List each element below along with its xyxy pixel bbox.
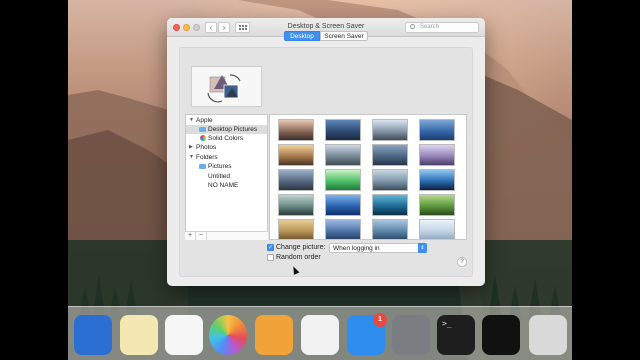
- sidebar-item-solid-colors[interactable]: Solid Colors: [186, 134, 267, 143]
- photos-icon[interactable]: [209, 315, 247, 355]
- sidebar-item-label: Pictures: [208, 163, 232, 170]
- add-folder-button[interactable]: +: [185, 232, 196, 240]
- wallpaper-thumbnail[interactable]: [419, 219, 455, 239]
- folder-icon: [199, 127, 206, 132]
- wallpaper-thumbnail[interactable]: [278, 119, 314, 141]
- sidebar-item-folders[interactable]: ▼ Folders: [186, 153, 267, 162]
- wallpaper-thumbnail[interactable]: [278, 144, 314, 166]
- random-order-checkbox[interactable]: [267, 254, 274, 261]
- reminders-icon[interactable]: [165, 315, 203, 355]
- wallpaper-thumbnail[interactable]: [325, 119, 361, 141]
- wallpaper-thumbnail[interactable]: [325, 194, 361, 216]
- sidebar-item-label: Apple: [196, 117, 213, 124]
- sidebar-item-label: Desktop Pictures: [208, 126, 258, 133]
- change-picture-label: Change picture:: [276, 244, 326, 251]
- wallpaper-thumbnail[interactable]: [278, 219, 314, 239]
- xcode-icon[interactable]: [74, 315, 112, 355]
- wallpaper-thumbnail[interactable]: [419, 119, 455, 141]
- sidebar-item-apple[interactable]: ▼ Apple: [186, 116, 267, 125]
- change-interval-popup[interactable]: When logging in ⇕: [329, 243, 427, 253]
- wallpaper-grid: [269, 114, 467, 240]
- search-icon: [410, 24, 415, 29]
- wallpaper-thumbnail[interactable]: [325, 144, 361, 166]
- wallpaper-thumbnail[interactable]: [419, 144, 455, 166]
- system-preferences-icon[interactable]: [392, 315, 430, 355]
- search-field[interactable]: Search: [405, 22, 479, 33]
- sidebar-button-bar: + −: [185, 231, 268, 240]
- wallpaper-thumbnail[interactable]: [278, 194, 314, 216]
- random-order-label: Random order: [276, 254, 321, 261]
- wallpaper-thumbnail[interactable]: [372, 169, 408, 191]
- close-button[interactable]: [173, 24, 180, 31]
- itunes-icon[interactable]: [301, 315, 339, 355]
- change-picture-checkbox[interactable]: ✓: [267, 244, 274, 251]
- tab-screen-saver[interactable]: Screen Saver: [320, 31, 368, 41]
- help-button[interactable]: ?: [457, 257, 467, 267]
- show-all-button[interactable]: [235, 22, 250, 33]
- tab-desktop[interactable]: Desktop: [284, 31, 320, 41]
- textedit-icon[interactable]: [120, 315, 158, 355]
- folder-icon: [199, 164, 206, 169]
- disclosure-closed-icon[interactable]: ▶: [189, 143, 193, 152]
- zoom-button[interactable]: [193, 24, 200, 31]
- back-button[interactable]: ‹: [205, 22, 217, 33]
- sidebar-item-photos[interactable]: ▶ Photos: [186, 143, 267, 152]
- sidebar-item-pictures[interactable]: Pictures: [186, 162, 267, 171]
- wallpaper-thumbnail[interactable]: [419, 169, 455, 191]
- terminal-prompt: >_: [442, 319, 452, 328]
- wallpaper-thumbnail[interactable]: [419, 194, 455, 216]
- app-store-badge: 1: [373, 313, 387, 327]
- multiple-pictures-icon: [207, 74, 241, 103]
- disclosure-open-icon[interactable]: ▼: [189, 116, 194, 125]
- window-title: Desktop & Screen Saver: [287, 23, 365, 30]
- wallpaper-thumbnail[interactable]: [372, 144, 408, 166]
- sidebar-item-desktop-pictures[interactable]: Desktop Pictures: [186, 125, 267, 134]
- remove-folder-button[interactable]: −: [196, 232, 207, 240]
- wallpaper-thumbnail[interactable]: [372, 119, 408, 141]
- sidebar-item-no-name[interactable]: NO NAME: [186, 181, 267, 190]
- activity-monitor-icon[interactable]: [482, 315, 520, 355]
- wallpaper-thumbnail[interactable]: [325, 219, 361, 239]
- pages-icon[interactable]: [255, 315, 293, 355]
- sidebar-item-label: Solid Colors: [208, 135, 244, 142]
- sidebar-item-label: NO NAME: [208, 182, 239, 189]
- disclosure-open-icon[interactable]: ▼: [189, 153, 194, 162]
- chevron-updown-icon: ⇕: [418, 243, 427, 253]
- dock: >_: [68, 306, 572, 360]
- disk-utility-icon[interactable]: [529, 315, 567, 355]
- color-wheel-icon: [200, 135, 206, 141]
- sidebar-item-label: Folders: [196, 154, 218, 161]
- picture-source-list: ▼ Apple Desktop Pictures Solid Colors ▶ …: [185, 114, 268, 240]
- minimize-button[interactable]: [183, 24, 190, 31]
- search-placeholder: Search: [420, 24, 440, 30]
- wallpaper-thumbnail[interactable]: [325, 169, 361, 191]
- sidebar-item-untitled[interactable]: Untitled: [186, 172, 267, 181]
- wallpaper-thumbnail[interactable]: [372, 219, 408, 239]
- terminal-icon[interactable]: >_: [437, 315, 475, 355]
- wallpaper-thumbnail[interactable]: [278, 169, 314, 191]
- current-wallpaper-preview: [191, 66, 262, 107]
- wallpaper-thumbnail[interactable]: [372, 194, 408, 216]
- sidebar-item-label: Photos: [196, 144, 217, 151]
- forward-button[interactable]: ›: [218, 22, 230, 33]
- sidebar-item-label: Untitled: [208, 173, 231, 180]
- change-interval-value: When logging in: [333, 245, 380, 252]
